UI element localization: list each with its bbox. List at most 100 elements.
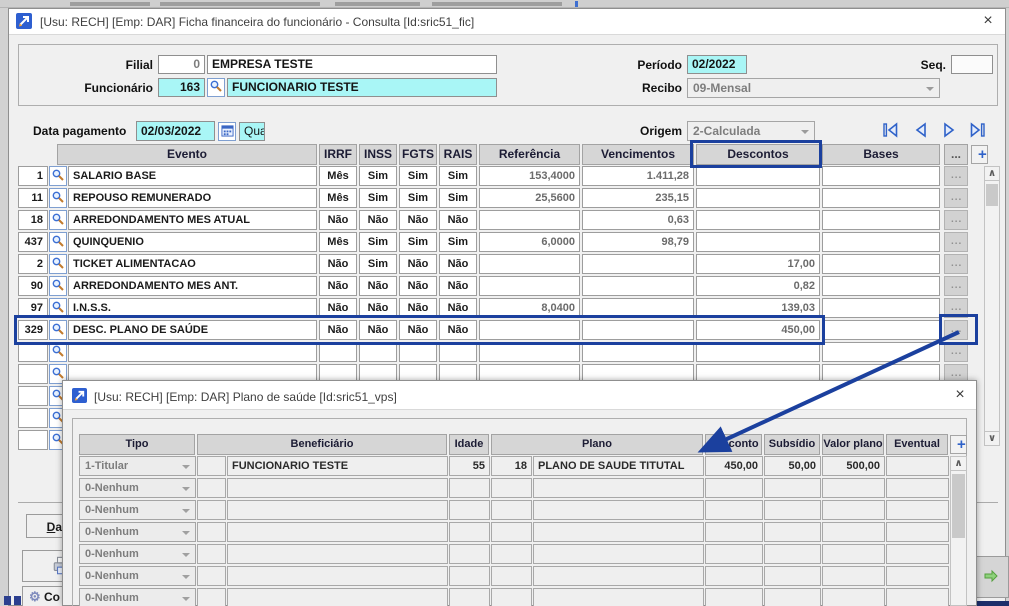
- vencimentos-cell[interactable]: [582, 320, 694, 340]
- descontos-cell[interactable]: 139,03: [696, 298, 820, 318]
- dialog-column-plano[interactable]: Plano: [491, 434, 703, 455]
- evento-code-cell[interactable]: [18, 386, 48, 406]
- calendar-button[interactable]: [218, 122, 236, 141]
- evento-code-cell[interactable]: 18: [18, 210, 48, 230]
- tipo-dropdown[interactable]: 0-Nenhum: [79, 522, 196, 542]
- subsidio-cell[interactable]: [764, 588, 821, 606]
- beneficiario-cell[interactable]: [227, 478, 448, 498]
- beneficiario-cell[interactable]: [227, 566, 448, 586]
- bases-cell[interactable]: [822, 210, 940, 230]
- evento-code-cell[interactable]: 11: [18, 188, 48, 208]
- idade-cell[interactable]: [449, 588, 490, 606]
- periodo-field[interactable]: 02/2022: [687, 55, 747, 74]
- beneficiario-cell[interactable]: FUNCIONARIO TESTE: [227, 456, 448, 476]
- funcionario-name-field[interactable]: FUNCIONARIO TESTE: [227, 78, 497, 97]
- descontos-cell[interactable]: [696, 210, 820, 230]
- inss-cell[interactable]: [359, 342, 397, 362]
- subsidio-cell[interactable]: [764, 522, 821, 542]
- beneficiario-cell[interactable]: [227, 522, 448, 542]
- funcionario-code-field[interactable]: 163: [158, 78, 205, 97]
- vencimentos-cell[interactable]: 1.411,28: [582, 166, 694, 186]
- descontos-cell[interactable]: 450,00: [696, 320, 820, 340]
- descontos-cell[interactable]: [696, 232, 820, 252]
- column-header-bases[interactable]: Bases: [822, 144, 940, 165]
- nav-prev-button[interactable]: [910, 122, 932, 140]
- data-pagamento-field[interactable]: 02/03/2022: [136, 121, 215, 141]
- evento-code-cell[interactable]: 1: [18, 166, 48, 186]
- rais-cell[interactable]: Não: [439, 298, 477, 318]
- eventual-cell[interactable]: [886, 522, 949, 542]
- plano-name-cell[interactable]: [533, 478, 704, 498]
- subsidio-cell[interactable]: 50,00: [764, 456, 821, 476]
- eventual-cell[interactable]: [886, 588, 949, 606]
- row-detail-button[interactable]: ...: [944, 210, 968, 230]
- irrf-cell[interactable]: Não: [319, 254, 357, 274]
- inss-cell[interactable]: Sim: [359, 166, 397, 186]
- irrf-cell[interactable]: Não: [319, 276, 357, 296]
- evento-lookup-button[interactable]: [49, 232, 67, 252]
- plano-code-cell[interactable]: [491, 500, 532, 520]
- row-detail-button[interactable]: ...: [944, 188, 968, 208]
- evento-name-cell[interactable]: ARREDONDAMENTO MES ANT.: [68, 276, 317, 296]
- row-detail-button[interactable]: ...: [944, 276, 968, 296]
- fgts-cell[interactable]: Sim: [399, 166, 437, 186]
- dialog-scroll-up-icon[interactable]: ∧: [950, 456, 967, 471]
- plano-code-cell[interactable]: [491, 588, 532, 606]
- referencia-cell[interactable]: [479, 320, 580, 340]
- eventual-cell[interactable]: [886, 544, 949, 564]
- evento-lookup-button[interactable]: [49, 320, 67, 340]
- evento-name-cell[interactable]: DESC. PLANO DE SAÚDE: [68, 320, 317, 340]
- fgts-cell[interactable]: Não: [399, 276, 437, 296]
- desconto-cell[interactable]: [705, 478, 763, 498]
- column-header-fgts[interactable]: FGTS: [399, 144, 437, 165]
- desconto-cell[interactable]: [705, 522, 763, 542]
- evento-code-cell[interactable]: [18, 408, 48, 428]
- referencia-cell[interactable]: 153,4000: [479, 166, 580, 186]
- beneficiario-cell[interactable]: [227, 500, 448, 520]
- dialog-column-desconto[interactable]: Desconto: [705, 434, 762, 455]
- subsidio-cell[interactable]: [764, 478, 821, 498]
- origem-combo[interactable]: 2-Calculada: [687, 121, 815, 141]
- beneficiario-subcell[interactable]: [197, 500, 226, 520]
- vencimentos-cell[interactable]: [582, 276, 694, 296]
- close-icon[interactable]: ×: [978, 12, 998, 32]
- filial-code-field[interactable]: 0: [158, 55, 205, 74]
- bases-cell[interactable]: [822, 276, 940, 296]
- valor-plano-cell[interactable]: [822, 478, 885, 498]
- bases-cell[interactable]: [822, 342, 940, 362]
- bases-cell[interactable]: [822, 254, 940, 274]
- fgts-cell[interactable]: [399, 342, 437, 362]
- row-detail-button[interactable]: ...: [944, 166, 968, 186]
- column-header-irrf[interactable]: IRRF: [319, 144, 357, 165]
- plano-code-cell[interactable]: [491, 522, 532, 542]
- evento-name-cell[interactable]: SALARIO BASE: [68, 166, 317, 186]
- dialog-add-row-button[interactable]: +: [950, 435, 967, 454]
- valor-plano-cell[interactable]: [822, 588, 885, 606]
- valor-plano-cell[interactable]: [822, 566, 885, 586]
- evento-name-cell[interactable]: I.N.S.S.: [68, 298, 317, 318]
- evento-code-cell[interactable]: 437: [18, 232, 48, 252]
- plano-name-cell[interactable]: [533, 500, 704, 520]
- dialog-close-icon[interactable]: ×: [950, 386, 970, 406]
- evento-code-cell[interactable]: 97: [18, 298, 48, 318]
- referencia-cell[interactable]: 6,0000: [479, 232, 580, 252]
- irrf-cell[interactable]: [319, 342, 357, 362]
- tipo-dropdown[interactable]: 1-Titular: [79, 456, 196, 476]
- dialog-column-beneficiario[interactable]: Beneficiário: [197, 434, 447, 455]
- irrf-cell[interactable]: Mês: [319, 166, 357, 186]
- irrf-cell[interactable]: Não: [319, 298, 357, 318]
- irrf-cell[interactable]: Mês: [319, 188, 357, 208]
- referencia-cell[interactable]: 8,0400: [479, 298, 580, 318]
- scroll-down-icon[interactable]: ∨: [984, 431, 1000, 446]
- beneficiario-subcell[interactable]: [197, 588, 226, 606]
- dialog-column-subsidio[interactable]: Subsídio: [764, 434, 820, 455]
- column-header-evento[interactable]: Evento: [57, 144, 317, 165]
- subsidio-cell[interactable]: [764, 500, 821, 520]
- beneficiario-subcell[interactable]: [197, 456, 226, 476]
- add-row-button[interactable]: +: [971, 145, 988, 164]
- row-detail-button[interactable]: ...: [944, 320, 968, 340]
- fgts-cell[interactable]: Sim: [399, 188, 437, 208]
- beneficiario-subcell[interactable]: [197, 478, 226, 498]
- bases-cell[interactable]: [822, 188, 940, 208]
- row-detail-button[interactable]: ...: [944, 254, 968, 274]
